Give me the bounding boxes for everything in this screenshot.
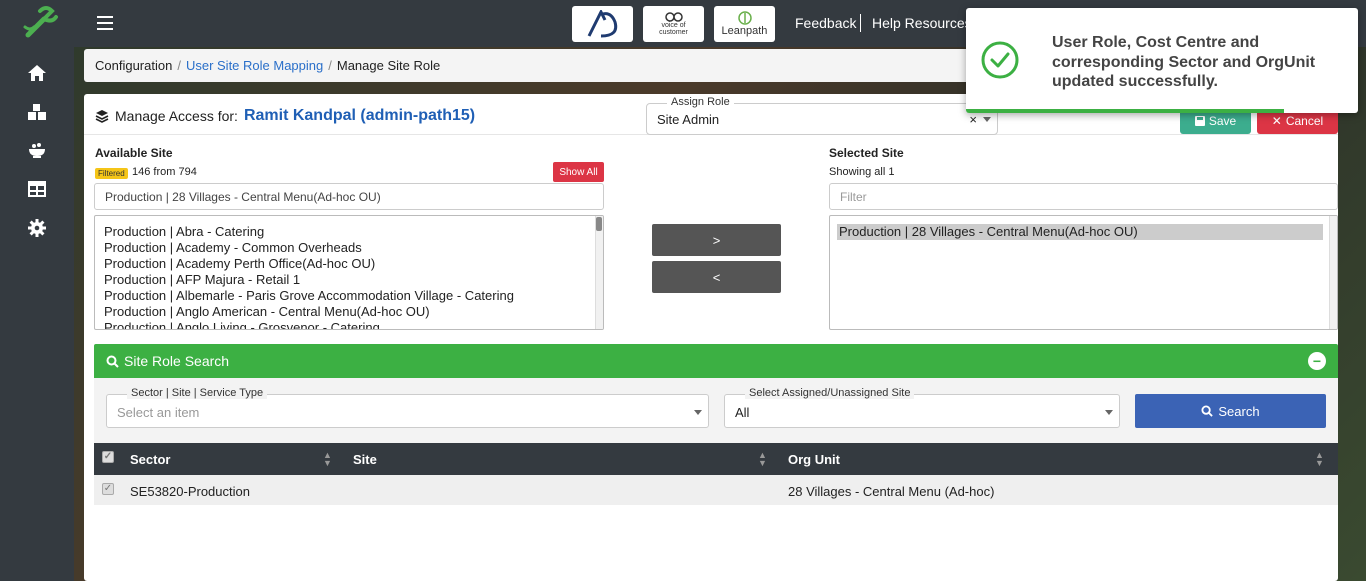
sidebar bbox=[0, 0, 74, 581]
sector-select-placeholder: Select an item bbox=[117, 405, 200, 420]
column-header-org-unit[interactable]: Org Unit bbox=[788, 452, 840, 467]
selected-filter-input[interactable]: Filter bbox=[829, 183, 1338, 210]
table-row[interactable]: ✓ SE53820-Production 28 Villages - Centr… bbox=[94, 475, 1338, 505]
assign-role-legend: Assign Role bbox=[667, 96, 734, 108]
chevron-down-icon[interactable] bbox=[983, 117, 991, 122]
sector-site-service-select[interactable]: Sector | Site | Service Type Select an i… bbox=[106, 387, 709, 428]
boxes-icon[interactable] bbox=[26, 101, 48, 123]
sector-select-legend: Sector | Site | Service Type bbox=[127, 387, 268, 399]
add-site-button[interactable]: > bbox=[652, 224, 781, 256]
cell-sector: SE53820-Production bbox=[130, 484, 250, 499]
save-label: Save bbox=[1208, 114, 1237, 128]
assigned-select-value: All bbox=[735, 405, 750, 420]
table-icon[interactable] bbox=[26, 178, 48, 200]
app-logo-icon[interactable] bbox=[22, 5, 60, 39]
available-count: 146 from 794 bbox=[132, 166, 197, 178]
sort-icon[interactable]: ▲ ▼ bbox=[758, 451, 767, 468]
check-circle-icon bbox=[981, 41, 1019, 79]
available-site-title: Available Site bbox=[95, 146, 173, 160]
select-all-checkbox[interactable]: ✓ bbox=[102, 451, 114, 463]
cell-org-unit: 28 Villages - Central Menu (Ad-hoc) bbox=[788, 484, 995, 499]
breadcrumb-configuration[interactable]: Configuration bbox=[95, 58, 172, 73]
scrollbar[interactable] bbox=[1329, 216, 1337, 329]
food-bowl-icon[interactable] bbox=[26, 139, 48, 161]
scrollbar-thumb[interactable] bbox=[596, 217, 602, 231]
help-resources-link[interactable]: Help Resources bbox=[872, 15, 972, 31]
list-item[interactable]: Production | Anglo American - Central Me… bbox=[95, 304, 603, 320]
feedback-link[interactable]: Feedback bbox=[795, 15, 856, 31]
list-item[interactable]: Production | Anglo Living - Grosvenor - … bbox=[95, 320, 603, 329]
table-header: ✓ Sector ▲ ▼ Site ▲ ▼ Org Unit ▲ ▼ bbox=[94, 443, 1338, 475]
breadcrumb-separator: / bbox=[328, 58, 332, 73]
search-button-label: Search bbox=[1218, 403, 1260, 419]
list-item[interactable]: Production | 28 Villages - Central Menu(… bbox=[837, 224, 1323, 240]
list-item[interactable]: Production | Albemarle - Paris Grove Acc… bbox=[95, 288, 603, 304]
assign-role-select[interactable]: Assign Role Site Admin × bbox=[646, 96, 998, 135]
sort-icon[interactable]: ▲ ▼ bbox=[323, 451, 332, 468]
brand-leanpath-label: Leanpath bbox=[721, 25, 768, 37]
list-item[interactable]: Production | AFP Majura - Retail 1 bbox=[95, 272, 603, 288]
selected-site-list[interactable]: Production | 28 Villages - Central Menu(… bbox=[829, 215, 1338, 330]
manage-access-panel: Manage Access for: Ramit Kandpal (admin-… bbox=[84, 94, 1338, 581]
close-icon: ✕ bbox=[1271, 114, 1282, 128]
assign-role-value: Site Admin bbox=[657, 112, 720, 127]
search-button[interactable]: Search bbox=[1135, 394, 1326, 428]
clear-icon[interactable]: × bbox=[969, 112, 977, 127]
brand-leanpath[interactable]: Leanpath bbox=[714, 6, 775, 42]
layers-icon bbox=[95, 110, 109, 123]
brand-voice-of-customer[interactable]: voice of customer bbox=[643, 6, 704, 42]
collapse-button[interactable]: − bbox=[1308, 352, 1326, 370]
site-role-search-title: Site Role Search bbox=[124, 353, 230, 369]
top-link-divider bbox=[860, 14, 861, 32]
row-checkbox[interactable]: ✓ bbox=[102, 483, 114, 495]
column-header-site[interactable]: Site bbox=[353, 452, 377, 467]
site-role-search-header: Site Role Search − bbox=[94, 344, 1338, 378]
chevron-down-icon[interactable] bbox=[694, 410, 702, 415]
list-item[interactable]: Production | Academy Perth Office(Ad-hoc… bbox=[95, 256, 603, 272]
breadcrumb-current: Manage Site Role bbox=[336, 58, 441, 73]
available-site-list[interactable]: Production | Abra - Catering Production … bbox=[94, 215, 604, 330]
success-toast[interactable]: User Role, Cost Centre and corresponding… bbox=[966, 8, 1358, 113]
floppy-icon bbox=[1194, 116, 1205, 126]
sort-icon[interactable]: ▲ ▼ bbox=[1315, 451, 1324, 468]
brand-logo-ad[interactable] bbox=[572, 6, 633, 42]
site-role-search-body: Sector | Site | Service Type Select an i… bbox=[94, 378, 1338, 443]
brand-voice-label: voice of customer bbox=[659, 22, 688, 36]
filtered-badge: Filtered bbox=[95, 168, 128, 179]
column-header-sector[interactable]: Sector bbox=[130, 452, 170, 467]
hamburger-menu-icon[interactable] bbox=[97, 16, 113, 30]
search-icon bbox=[1201, 405, 1214, 417]
scrollbar[interactable] bbox=[595, 216, 603, 329]
list-item[interactable]: Production | Abra - Catering bbox=[95, 224, 603, 240]
breadcrumb-user-site-role-mapping[interactable]: User Site Role Mapping bbox=[186, 58, 323, 73]
list-item[interactable]: Production | Academy - Common Overheads bbox=[95, 240, 603, 256]
selected-count: Showing all 1 bbox=[829, 166, 895, 178]
available-filter-input[interactable]: Production | 28 Villages - Central Menu(… bbox=[94, 183, 604, 210]
manage-access-label: Manage Access for: bbox=[115, 108, 238, 124]
home-icon[interactable] bbox=[26, 62, 48, 84]
manage-access-header: Manage Access for: Ramit Kandpal (admin-… bbox=[95, 107, 475, 125]
remove-site-button[interactable]: < bbox=[652, 261, 781, 293]
search-icon bbox=[106, 355, 119, 368]
toast-message: User Role, Cost Centre and corresponding… bbox=[1052, 34, 1316, 90]
cancel-label: Cancel bbox=[1285, 114, 1324, 128]
selected-site-title: Selected Site bbox=[829, 146, 904, 160]
toast-progress-bar bbox=[966, 109, 1284, 113]
breadcrumb-separator: / bbox=[177, 58, 181, 73]
chevron-down-icon[interactable] bbox=[1105, 410, 1113, 415]
gear-icon[interactable] bbox=[26, 217, 48, 239]
user-name: Ramit Kandpal (admin-path15) bbox=[243, 107, 476, 124]
assigned-unassigned-select[interactable]: Select Assigned/Unassigned Site All bbox=[724, 387, 1120, 428]
show-all-button[interactable]: Show All bbox=[553, 162, 604, 182]
assigned-select-legend: Select Assigned/Unassigned Site bbox=[745, 387, 915, 399]
